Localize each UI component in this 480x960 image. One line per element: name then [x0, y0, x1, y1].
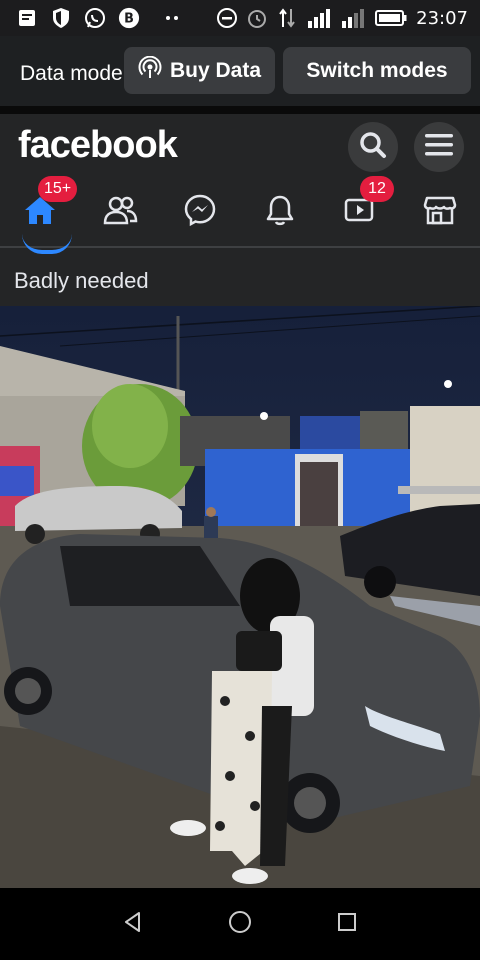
watch-badge: 12: [360, 176, 394, 202]
back-icon[interactable]: [121, 910, 145, 939]
bell-icon: [264, 193, 296, 232]
tab-notifications[interactable]: [256, 188, 304, 236]
whatsapp-icon: [84, 7, 106, 29]
facebook-header: facebook 15+ 12: [0, 114, 480, 248]
post-caption: Badly needed: [14, 268, 149, 293]
recents-icon[interactable]: [335, 910, 359, 939]
home-button-icon[interactable]: [227, 909, 253, 940]
signal-icon-2: [340, 7, 366, 29]
buy-data-button[interactable]: Buy Data: [124, 47, 275, 94]
data-mode-label: Data mode: [20, 62, 123, 85]
avatar[interactable]: [22, 234, 72, 254]
menu-icon: [424, 132, 454, 163]
switch-modes-button[interactable]: Switch modes: [283, 47, 471, 94]
menu-button[interactable]: [414, 122, 464, 172]
svg-text:B: B: [124, 12, 134, 27]
post-card: Badly needed: [0, 248, 480, 306]
tab-bar: 15+ 12: [0, 176, 480, 246]
b-app-icon: B: [118, 7, 140, 29]
message-icon: [16, 7, 38, 29]
divider: [0, 106, 480, 114]
status-bar: B 23:07: [0, 0, 480, 36]
clock: 23:07: [416, 7, 468, 29]
post-photo[interactable]: [0, 306, 480, 888]
dnd-icon: [216, 7, 238, 29]
data-mode-banner: Data mode Buy Data Switch modes: [0, 36, 480, 106]
messenger-icon: [183, 193, 217, 232]
signal-icon: [306, 7, 332, 29]
home-badge: 15+: [38, 176, 78, 202]
system-nav-bar: [0, 888, 480, 960]
friends-icon: [102, 195, 138, 230]
search-icon: [358, 130, 388, 165]
alarm-icon: [246, 7, 268, 29]
tab-marketplace[interactable]: [416, 188, 464, 236]
tab-friends[interactable]: [96, 188, 144, 236]
search-button[interactable]: [348, 122, 398, 172]
store-icon: [423, 194, 457, 231]
switch-modes-label: Switch modes: [306, 58, 448, 82]
battery-icon: [374, 7, 408, 29]
facebook-logo[interactable]: facebook: [18, 124, 178, 167]
shield-icon: [50, 7, 72, 29]
data-arrows-icon: [276, 7, 298, 29]
dots-icon: [152, 7, 192, 29]
tab-messenger[interactable]: [176, 188, 224, 236]
broadcast-icon: [138, 55, 162, 86]
buy-data-label: Buy Data: [169, 58, 262, 82]
